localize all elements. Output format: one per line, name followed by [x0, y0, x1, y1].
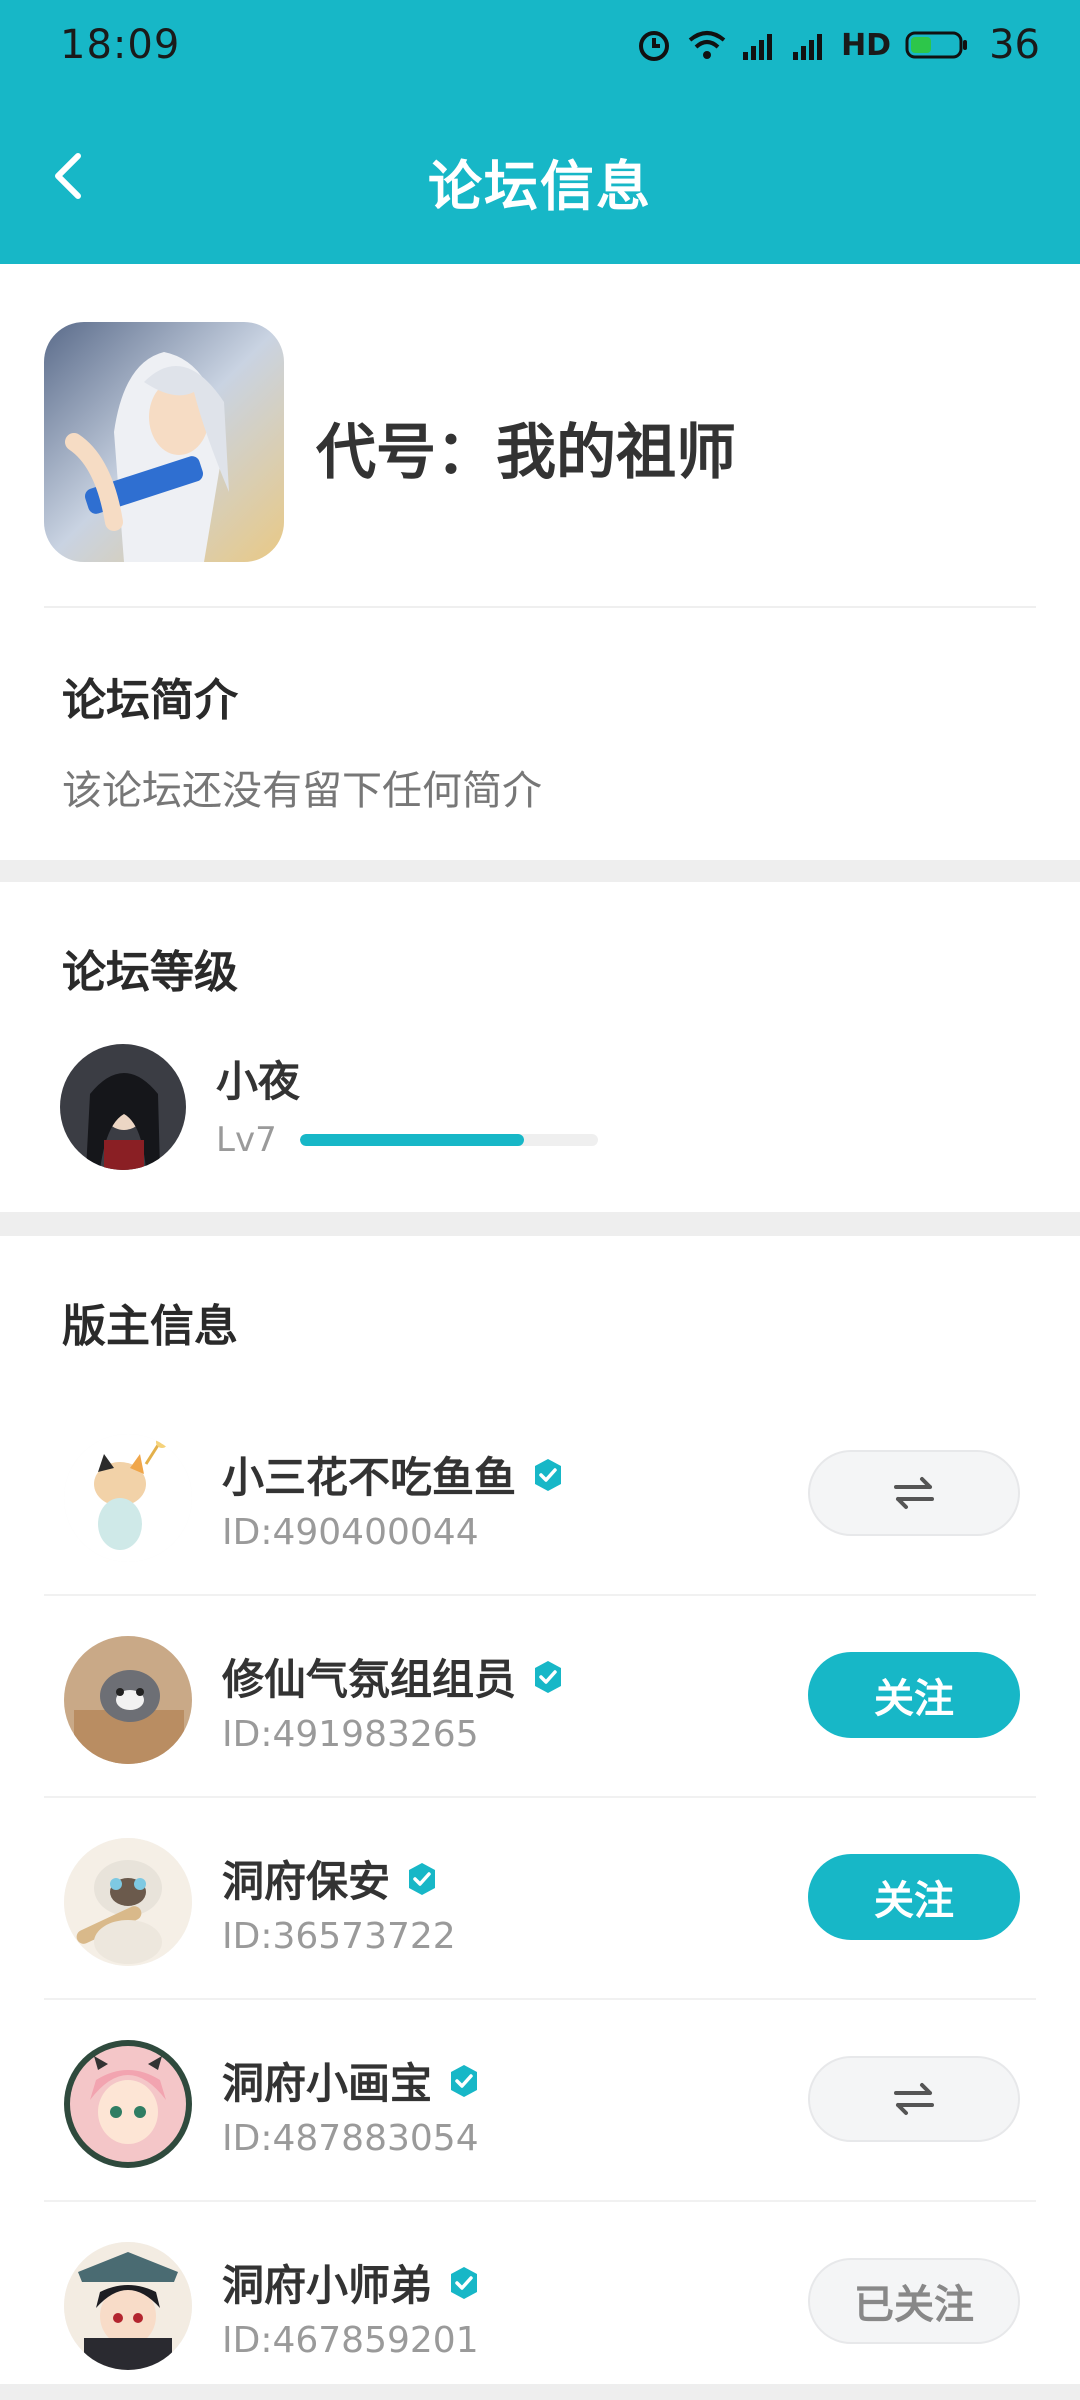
- avatar[interactable]: [60, 1044, 186, 1170]
- moderator-name: 修仙气氛组组员: [222, 1655, 517, 1704]
- level-progress-bar: [300, 1134, 598, 1146]
- moderator-name: 小三花不吃鱼鱼: [222, 1453, 517, 1502]
- status-bar: 18:09 HD 36: [0, 0, 1080, 96]
- intro-title: 论坛简介: [62, 675, 238, 726]
- level-user-name: 小夜: [216, 1057, 301, 1106]
- moderator-name-row: 小三花不吃鱼鱼: [222, 1444, 566, 1505]
- forum-header: 代号：我的祖师: [0, 264, 1080, 608]
- forum-logo: [44, 322, 284, 562]
- follow-button[interactable]: 关注: [808, 1854, 1020, 1940]
- verified-badge-icon: [451, 2064, 478, 2097]
- verified-badge-icon: [535, 1458, 562, 1491]
- forum-level-section: 论坛等级 小夜 Lv7: [0, 882, 1080, 1212]
- section-gap: [0, 1212, 1080, 1236]
- alarm-icon: [635, 26, 673, 64]
- moderator-id: ID:467859201: [222, 2320, 479, 2361]
- verified-badge-icon: [535, 1660, 562, 1693]
- battery-icon: [905, 29, 969, 61]
- moderator-name: 洞府保安: [222, 1857, 391, 1906]
- verified-badge-icon: [451, 2266, 478, 2299]
- level-label: Lv7: [216, 1120, 277, 1160]
- moderator-name-row: 洞府保安: [222, 1848, 440, 1909]
- moderators-title: 版主信息: [62, 1301, 238, 1352]
- moderator-id: ID:490400044: [222, 1512, 479, 1553]
- moderator-id: ID:36573722: [222, 1916, 456, 1957]
- avatar[interactable]: [64, 2040, 192, 2168]
- moderator-name: 洞府小师弟: [222, 2261, 433, 2310]
- moderator-name-row: 修仙气氛组组员: [222, 1646, 566, 1707]
- avatar[interactable]: [64, 1838, 192, 1966]
- list-item[interactable]: 洞府保安 ID:36573722 关注: [0, 1798, 1080, 2000]
- moderator-id: ID:491983265: [222, 1714, 479, 1755]
- forum-name: 代号：我的祖师: [316, 418, 736, 488]
- moderator-id: ID:487883054: [222, 2118, 479, 2159]
- moderators-section: 版主信息 小三花不吃鱼鱼 ID:490400044 修仙气氛组组员 ID:491…: [0, 1236, 1080, 2400]
- status-icons: HD 36: [635, 22, 1040, 68]
- moderator-name-row: 洞府小师弟: [222, 2252, 482, 2313]
- forum-intro-section: 论坛简介 该论坛还没有留下任何简介: [0, 608, 1080, 860]
- swap-arrows-icon: [894, 1477, 934, 1509]
- verified-badge-icon: [409, 1862, 436, 1895]
- level-title: 论坛等级: [62, 947, 238, 998]
- intro-text: 该论坛还没有留下任何简介: [62, 768, 542, 814]
- list-item[interactable]: 洞府小画宝 ID:487883054: [0, 2000, 1080, 2202]
- network-label: HD: [841, 27, 892, 63]
- followed-button[interactable]: 已关注: [808, 2258, 1020, 2344]
- signal-icon: [741, 28, 777, 62]
- avatar[interactable]: [64, 1434, 192, 1562]
- list-item[interactable]: 小三花不吃鱼鱼 ID:490400044: [0, 1394, 1080, 1596]
- moderator-name: 洞府小画宝: [222, 2059, 433, 2108]
- avatar[interactable]: [64, 1636, 192, 1764]
- status-time: 18:09: [60, 22, 181, 68]
- page-title: 论坛信息: [428, 155, 652, 218]
- avatar[interactable]: [64, 2242, 192, 2370]
- moderator-name-row: 洞府小画宝: [222, 2050, 482, 2111]
- bottom-gap: [0, 2384, 1080, 2400]
- list-item[interactable]: 修仙气氛组组员 ID:491983265 关注: [0, 1596, 1080, 1798]
- app-bar: 论坛信息: [0, 96, 1080, 264]
- level-progress-fill: [300, 1134, 524, 1146]
- list-item[interactable]: 洞府小师弟 ID:467859201 已关注: [0, 2202, 1080, 2400]
- swap-arrows-icon: [894, 2083, 934, 2115]
- battery-level: 36: [989, 22, 1040, 68]
- mutual-follow-button[interactable]: [808, 1450, 1020, 1536]
- mutual-follow-button[interactable]: [808, 2056, 1020, 2142]
- follow-button[interactable]: 关注: [808, 1652, 1020, 1738]
- wifi-icon: [687, 28, 727, 62]
- section-gap: [0, 860, 1080, 882]
- signal-icon-2: [791, 28, 827, 62]
